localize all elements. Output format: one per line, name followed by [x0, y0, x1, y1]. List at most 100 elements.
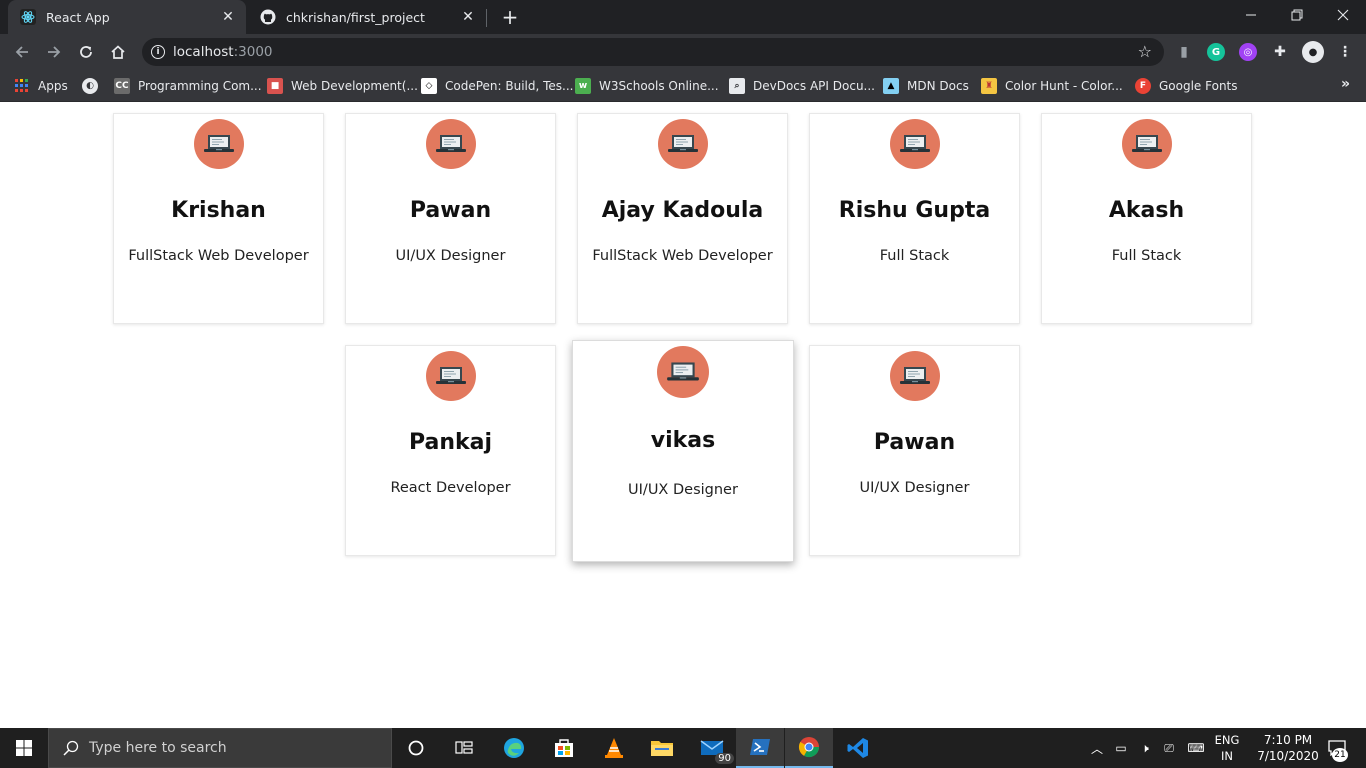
codepen-icon: ◇ — [421, 78, 437, 94]
profile-card[interactable]: Rishu Gupta Full Stack — [809, 113, 1020, 324]
profile-card[interactable]: Pawan UI/UX Designer — [345, 113, 556, 324]
bookmark-globe[interactable]: ◐ — [82, 76, 106, 96]
minimize-button[interactable] — [1228, 0, 1274, 30]
vscode-icon — [847, 738, 868, 758]
profile-card[interactable]: Krishan FullStack Web Developer — [113, 113, 324, 324]
start-button[interactable] — [0, 728, 48, 768]
bookmark-label: DevDocs API Docu... — [753, 79, 875, 93]
mail-app[interactable]: 90 — [688, 728, 736, 768]
taskbar-search[interactable]: Type here to search — [48, 728, 392, 768]
laptop-icon — [425, 119, 476, 169]
tab-title: chkrishan/first_project — [286, 9, 425, 25]
bookmark-label: Google Fonts — [1159, 79, 1238, 93]
laptop-icon — [889, 119, 940, 169]
arrow-right-icon — [48, 46, 61, 58]
page-content: Krishan FullStack Web Developer Pawan UI… — [0, 103, 1366, 728]
menu-kebab-icon[interactable]: ⋮ — [1336, 43, 1354, 61]
powershell-icon — [750, 739, 770, 755]
restore-button[interactable] — [1274, 0, 1320, 30]
card-role: UI/UX Designer — [395, 248, 506, 264]
lang-code: ENG — [1214, 733, 1240, 747]
tab-github-project[interactable]: chkrishan/first_project ✕ — [248, 0, 486, 34]
task-view-icon — [455, 741, 473, 754]
chrome-app[interactable] — [785, 728, 833, 768]
bookmark-codepen[interactable]: ◇ CodePen: Build, Tes... — [421, 76, 574, 96]
profile-card[interactable]: Pawan UI/UX Designer — [809, 345, 1020, 556]
vlc-app[interactable] — [590, 728, 638, 768]
card-role: Full Stack — [1111, 248, 1182, 264]
tab-react-app[interactable]: React App ✕ — [8, 0, 246, 34]
close-tab-icon[interactable]: ✕ — [220, 9, 236, 25]
w3schools-icon: w — [575, 78, 591, 94]
chrome-icon — [798, 737, 820, 758]
profile-card-hovered[interactable]: vikas UI/UX Designer — [572, 340, 794, 562]
file-explorer-app[interactable] — [638, 728, 686, 768]
laptop-icon — [657, 346, 709, 398]
bookmark-devdocs[interactable]: ⌕ DevDocs API Docu... — [729, 76, 875, 96]
card-role: React Developer — [390, 480, 511, 496]
address-bar[interactable]: i localhost:3000 ☆ — [142, 38, 1164, 66]
keyboard-icon[interactable]: ⌨ — [1182, 728, 1210, 768]
battery-icon[interactable]: ▭ — [1110, 728, 1132, 768]
restore-icon — [1291, 9, 1303, 21]
input-language[interactable]: ENG IN — [1210, 732, 1244, 764]
bookmark-label: Programming Com... — [138, 79, 262, 93]
volume-muted-icon[interactable]: 🕨 — [1134, 728, 1156, 768]
bookmark-mdn[interactable]: ▲ MDN Docs — [883, 76, 969, 96]
browser-toolbar: i localhost:3000 ☆ ▮ G ◎ ✚ ● ⋮ — [0, 34, 1366, 70]
extension-purple-icon[interactable]: ◎ — [1239, 43, 1257, 61]
grammarly-icon[interactable]: G — [1207, 43, 1225, 61]
laptop-icon — [657, 119, 708, 169]
store-app[interactable] — [540, 728, 588, 768]
edge-app[interactable] — [490, 728, 538, 768]
colorhunt-icon: ♜ — [981, 78, 997, 94]
back-button[interactable] — [8, 38, 36, 66]
bookmark-w3schools[interactable]: w W3Schools Online... — [575, 76, 719, 96]
windows-logo-icon — [16, 740, 32, 756]
vscode-app[interactable] — [834, 728, 882, 768]
bookmark-programming[interactable]: CC Programming Com... — [114, 76, 262, 96]
bookmark-label: CodePen: Build, Tes... — [445, 79, 574, 93]
card-role: Full Stack — [879, 248, 950, 264]
globe-icon: ◐ — [82, 78, 98, 94]
home-button[interactable] — [104, 38, 132, 66]
profile-card[interactable]: Pankaj React Developer — [345, 345, 556, 556]
profile-avatar-icon[interactable]: ● — [1302, 41, 1324, 63]
profile-card[interactable]: Ajay Kadoula FullStack Web Developer — [577, 113, 788, 324]
bookmark-colorhunt[interactable]: ♜ Color Hunt - Color... — [981, 76, 1123, 96]
action-center-button[interactable]: 21 — [1320, 728, 1354, 768]
card-name: Krishan — [171, 198, 266, 223]
close-window-button[interactable] — [1320, 0, 1366, 30]
task-view-button[interactable] — [440, 728, 488, 768]
network-icon[interactable]: ⎚ — [1158, 728, 1180, 768]
bookmark-google-fonts[interactable]: F Google Fonts — [1135, 76, 1238, 96]
laptop-icon — [1121, 119, 1172, 169]
reload-icon — [80, 46, 92, 58]
clock-date: 7/10/2020 — [1257, 749, 1319, 763]
cortana-button[interactable] — [392, 728, 440, 768]
bookmark-label: MDN Docs — [907, 79, 969, 93]
reload-button[interactable] — [72, 38, 100, 66]
bookmarks-bar: Apps ◐ CC Programming Com... ■ Web Devel… — [0, 70, 1366, 102]
puzzle-extensions-icon[interactable]: ✚ — [1271, 43, 1289, 61]
edge-icon — [504, 738, 524, 758]
show-hidden-icons[interactable]: ︿ — [1088, 728, 1106, 768]
info-icon[interactable]: i — [151, 45, 165, 59]
url-host: localhost — [173, 44, 234, 60]
new-tab-button[interactable]: + — [498, 5, 522, 29]
clock[interactable]: 7:10 PM 7/10/2020 — [1256, 732, 1320, 764]
forward-button[interactable] — [40, 38, 68, 66]
tab-divider — [486, 9, 487, 27]
bookmark-web-development[interactable]: ■ Web Development(... — [267, 76, 418, 96]
arrow-left-icon — [15, 46, 28, 58]
apps-grid-icon — [14, 78, 30, 94]
bookmark-label: Apps — [38, 79, 68, 93]
bookmarks-overflow-icon[interactable]: » — [1341, 76, 1350, 92]
profile-card[interactable]: Akash Full Stack — [1041, 113, 1252, 324]
mail-unread-badge: 90 — [715, 753, 734, 764]
bookmark-star-icon[interactable]: ☆ — [1138, 42, 1152, 61]
extension-icon[interactable]: ▮ — [1175, 43, 1193, 61]
bookmark-apps[interactable]: Apps — [14, 76, 68, 96]
close-tab-icon[interactable]: ✕ — [460, 9, 476, 25]
powershell-app[interactable] — [736, 728, 784, 768]
